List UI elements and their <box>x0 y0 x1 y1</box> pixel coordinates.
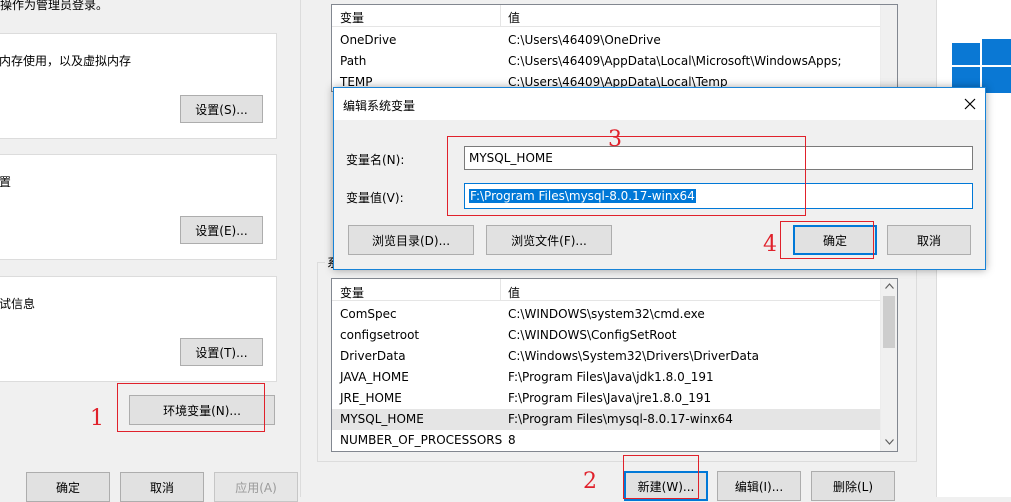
variable-name: ComSpec <box>340 307 397 321</box>
table-row[interactable]: JAVA_HOME F:\Program Files\Java\jdk1.8.0… <box>332 367 880 388</box>
variable-value: C:\Users\46409\OneDrive <box>508 33 661 47</box>
table-row-selected[interactable]: MYSQL_HOME F:\Program Files\mysql-8.0.17… <box>332 409 880 430</box>
user-profiles-group: 置 设置(E)... <box>0 154 277 260</box>
annotation-number-2: 2 <box>583 469 597 494</box>
admin-note: 操作为管理员登录。 <box>0 0 109 12</box>
annotation-number-3: 3 <box>608 127 622 152</box>
scroll-up-arrow-icon[interactable] <box>885 283 894 289</box>
user-variables-header: 变量 值 <box>332 5 897 27</box>
variable-name: NUMBER_OF_PROCESSORS <box>340 433 503 447</box>
table-row[interactable]: Path C:\Users\46409\AppData\Local\Micros… <box>332 51 880 72</box>
dialog-title-bar[interactable]: 编辑系统变量 <box>334 88 985 120</box>
startup-recovery-settings-button[interactable]: 设置(T)... <box>180 338 263 366</box>
variable-name: OneDrive <box>340 33 397 47</box>
user-profiles-settings-button[interactable]: 设置(E)... <box>180 216 263 244</box>
annotation-box-4 <box>780 221 874 259</box>
system-variables-header: 变量 值 <box>332 279 880 301</box>
performance-settings-button[interactable]: 设置(S)... <box>180 95 263 123</box>
variable-value: F:\Program Files\Java\jdk1.8.0_191 <box>508 370 714 384</box>
table-row[interactable]: ComSpec C:\WINDOWS\system32\cmd.exe <box>332 304 880 325</box>
close-icon[interactable] <box>964 98 976 110</box>
table-row[interactable]: NUMBER_OF_PROCESSORS 8 <box>332 430 880 451</box>
variable-name: DriverData <box>340 349 406 363</box>
startup-recovery-desc: 试信息 <box>0 297 36 311</box>
browse-file-button[interactable]: 浏览文件(F)... <box>486 225 612 255</box>
column-separator[interactable] <box>500 5 501 27</box>
variable-name: MYSQL_HOME <box>340 412 424 426</box>
system-apply-button[interactable]: 应用(A) <box>214 472 298 502</box>
column-separator[interactable] <box>500 279 501 301</box>
variable-name: configsetroot <box>340 328 420 342</box>
user-variables-list[interactable]: 变量 值 OneDrive C:\Users\46409\OneDrive Pa… <box>331 4 898 92</box>
system-col-value[interactable]: 值 <box>508 284 520 301</box>
table-row[interactable]: OneDrive C:\Users\46409\OneDrive <box>332 30 880 51</box>
system-cancel-button[interactable]: 取消 <box>120 472 204 502</box>
dialog-title: 编辑系统变量 <box>343 99 416 113</box>
scroll-thumb[interactable] <box>883 296 895 348</box>
table-row[interactable]: configsetroot C:\WINDOWS\ConfigSetRoot <box>332 325 880 346</box>
variable-name: JRE_HOME <box>340 391 402 405</box>
performance-group: 内存使用，以及虚拟内存 设置(S)... <box>0 33 277 139</box>
system-list-scrollbar[interactable] <box>880 279 897 451</box>
user-col-variable[interactable]: 变量 <box>340 9 364 26</box>
system-ok-button[interactable]: 确定 <box>26 472 110 502</box>
user-col-value[interactable]: 值 <box>508 9 520 26</box>
user-list-scrollbar[interactable] <box>880 5 897 91</box>
edit-system-variable-dialog: 编辑系统变量 变量名(N): MYSQL_HOME 变量值(V): F:\Pro… <box>333 87 986 270</box>
variable-value: C:\WINDOWS\ConfigSetRoot <box>508 328 677 342</box>
variable-value: F:\Program Files\Java\jre1.8.0_191 <box>508 391 712 405</box>
browse-directory-button[interactable]: 浏览目录(D)... <box>348 225 474 255</box>
table-row[interactable]: JRE_HOME F:\Program Files\Java\jre1.8.0_… <box>332 388 880 409</box>
variable-name: JAVA_HOME <box>340 370 409 384</box>
variable-name: Path <box>340 54 367 68</box>
annotation-number-1: 1 <box>90 406 104 431</box>
variable-value-label: 变量值(V): <box>346 191 404 205</box>
edit-dialog-cancel-button[interactable]: 取消 <box>887 225 971 255</box>
system-properties-dialog: 操作为管理员登录。 内存使用，以及虚拟内存 设置(S)... 置 设置(E)..… <box>0 0 300 502</box>
annotation-box-1 <box>117 383 265 432</box>
system-variables-list[interactable]: 变量 值 ComSpec C:\WINDOWS\system32\cmd.exe… <box>331 278 898 452</box>
user-profiles-desc: 置 <box>0 175 12 189</box>
annotation-number-4: 4 <box>763 232 777 257</box>
startup-recovery-group: 试信息 设置(T)... <box>0 276 277 382</box>
scroll-down-arrow-icon[interactable] <box>885 439 894 445</box>
variable-value: C:\Users\46409\AppData\Local\Microsoft\W… <box>508 54 842 68</box>
performance-desc: 内存使用，以及虚拟内存 <box>0 54 132 68</box>
variable-value: F:\Program Files\mysql-8.0.17-winx64 <box>508 412 733 426</box>
table-row[interactable]: DriverData C:\Windows\System32\Drivers\D… <box>332 346 880 367</box>
variable-value: C:\WINDOWS\system32\cmd.exe <box>508 307 705 321</box>
variable-value: 8 <box>508 433 516 447</box>
system-col-variable[interactable]: 变量 <box>340 284 364 301</box>
variable-value: C:\Windows\System32\Drivers\DriverData <box>508 349 759 363</box>
annotation-box-3 <box>447 136 806 216</box>
variable-name-label: 变量名(N): <box>346 153 405 167</box>
annotation-box-2 <box>623 455 699 499</box>
